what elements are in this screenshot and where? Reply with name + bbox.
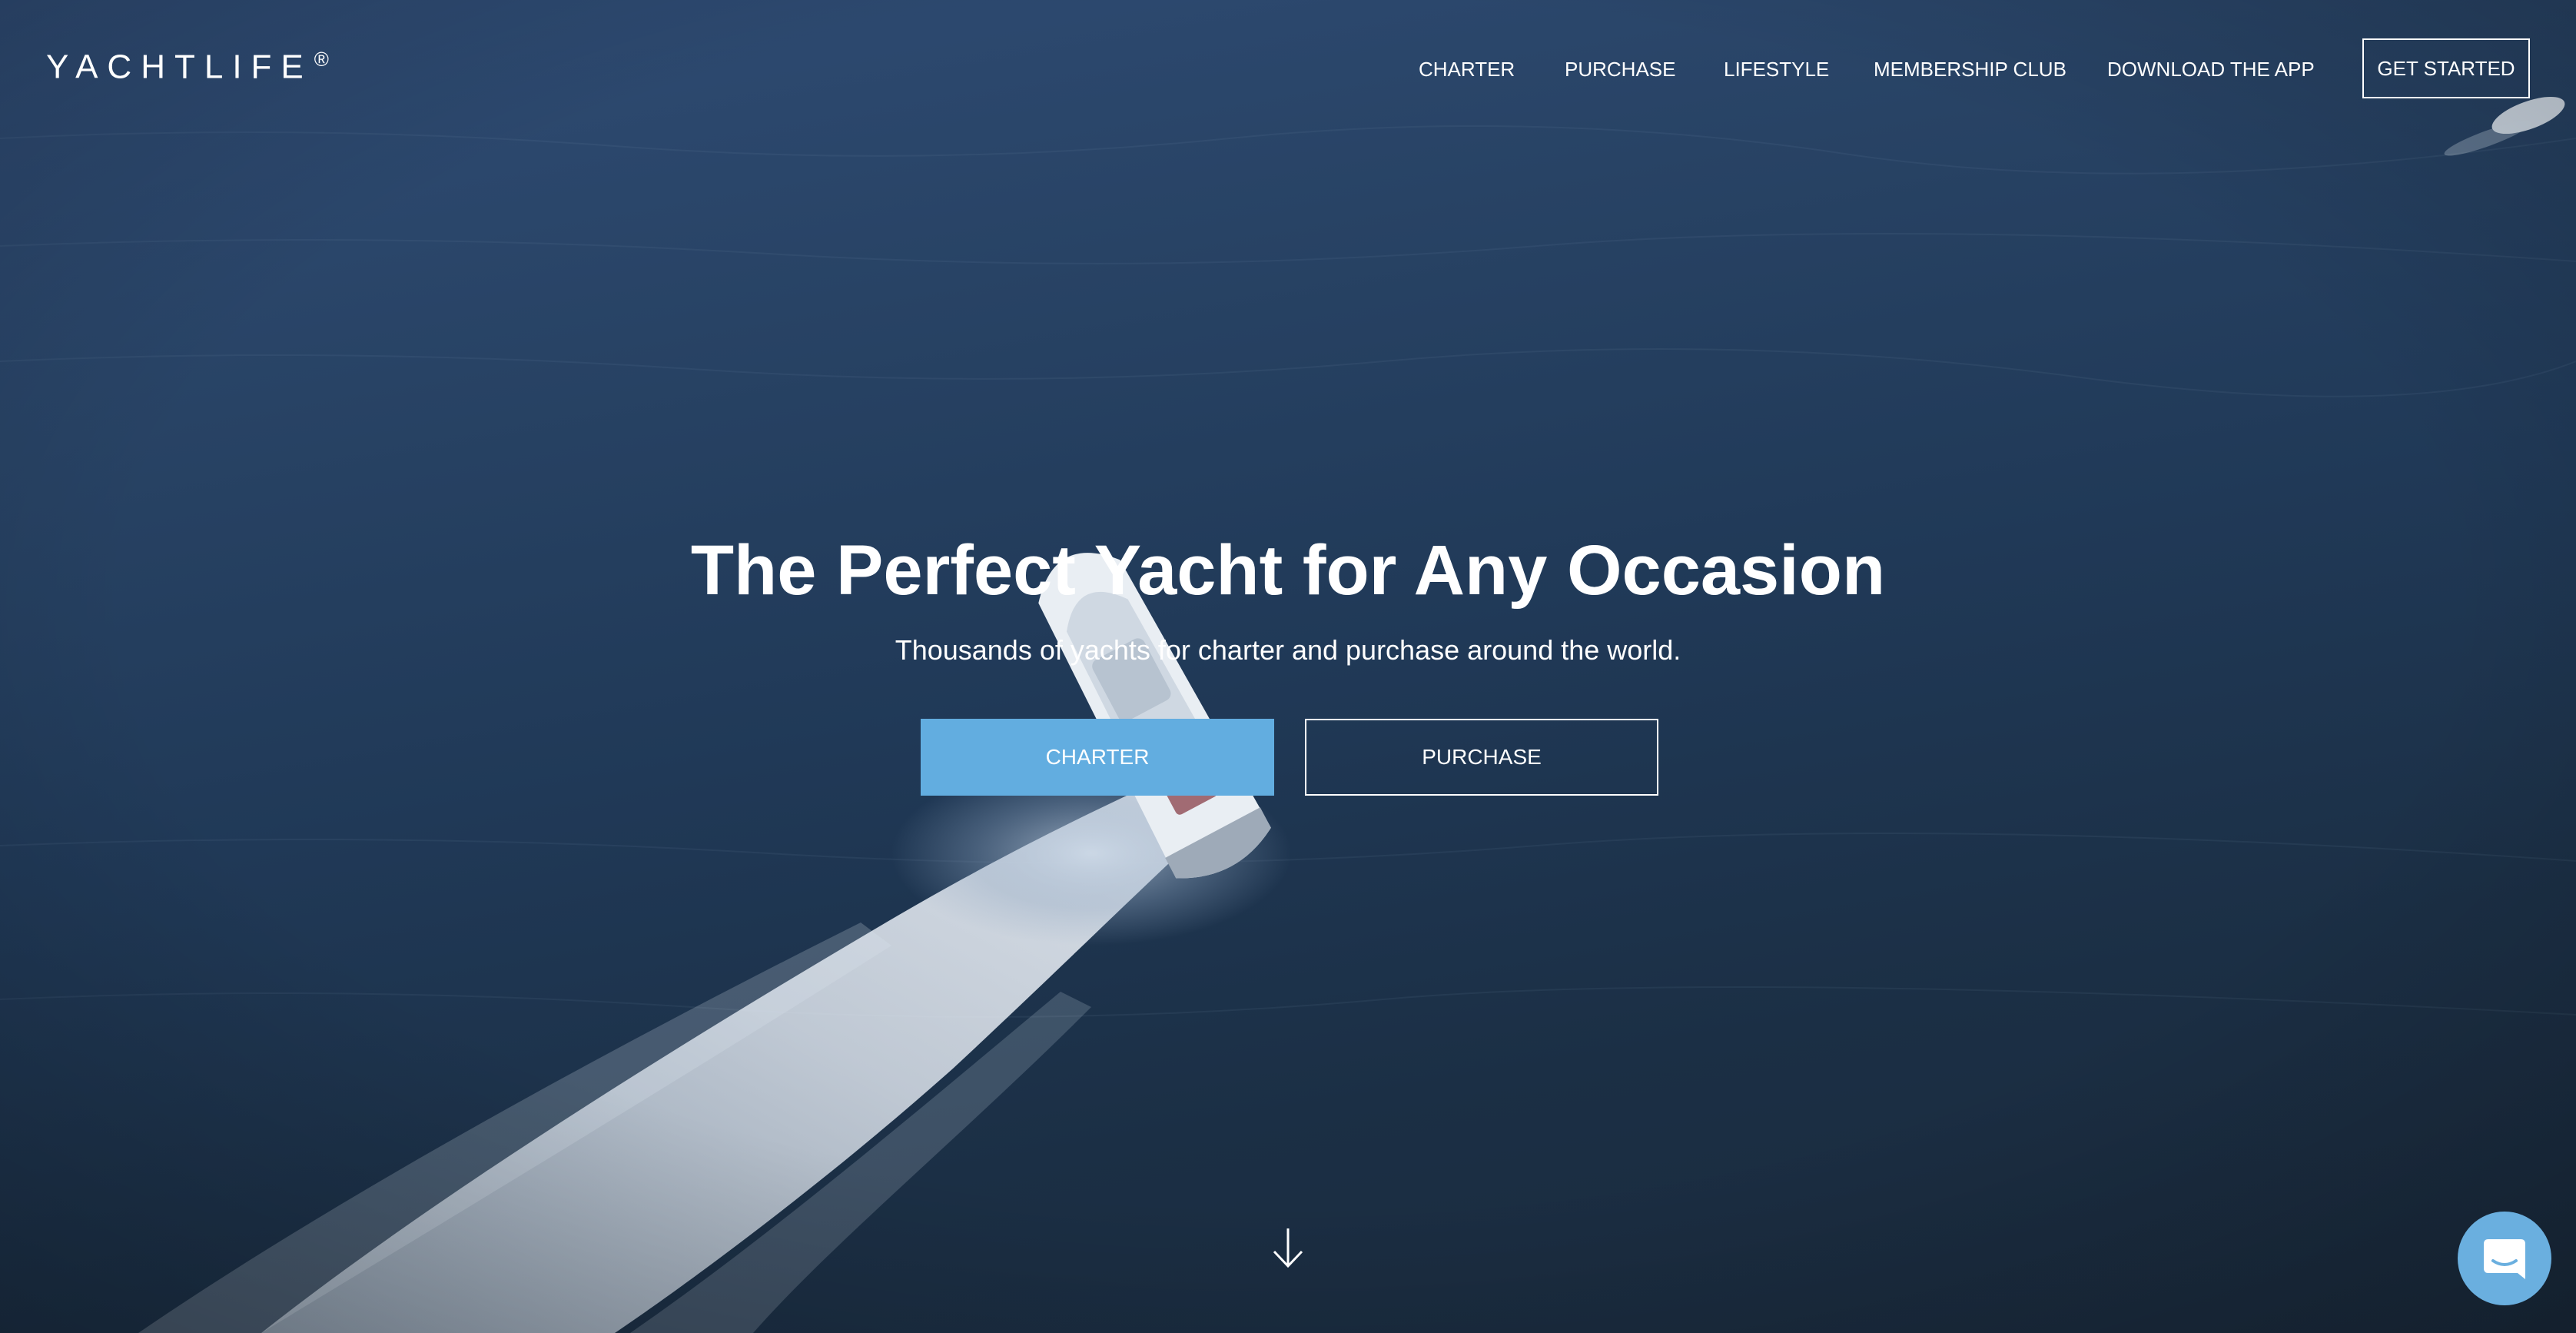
purchase-button[interactable]: PURCHASE (1305, 719, 1658, 796)
yachtlife-logo[interactable]: YACHTLIFE® (46, 48, 329, 87)
registered-mark: ® (314, 48, 329, 71)
hero-section: YACHTLIFE® CHARTER PURCHASE LIFESTYLE ME… (0, 0, 2576, 1333)
chat-launcher-button[interactable] (2458, 1212, 2551, 1305)
get-started-button[interactable]: GET STARTED (2362, 38, 2530, 98)
nav-item-lifestyle[interactable]: LIFESTYLE (1724, 54, 1829, 85)
arrow-down-icon[interactable] (1270, 1227, 1306, 1270)
nav-item-membership-club[interactable]: MEMBERSHIP CLUB (1874, 54, 2066, 85)
logo-text: YACHTLIFE (46, 48, 313, 86)
charter-button[interactable]: CHARTER (921, 719, 1274, 796)
nav-item-download-app[interactable]: DOWNLOAD THE APP (2107, 54, 2315, 85)
hero-subtitle: Thousands of yachts for charter and purc… (895, 634, 1681, 666)
nav-item-charter[interactable]: CHARTER (1419, 54, 1515, 85)
chat-icon (2484, 1239, 2525, 1279)
nav-item-purchase[interactable]: PURCHASE (1565, 54, 1675, 85)
site-header: YACHTLIFE® CHARTER PURCHASE LIFESTYLE ME… (0, 0, 2576, 138)
hero-title: The Perfect Yacht for Any Occasion (690, 531, 1886, 610)
